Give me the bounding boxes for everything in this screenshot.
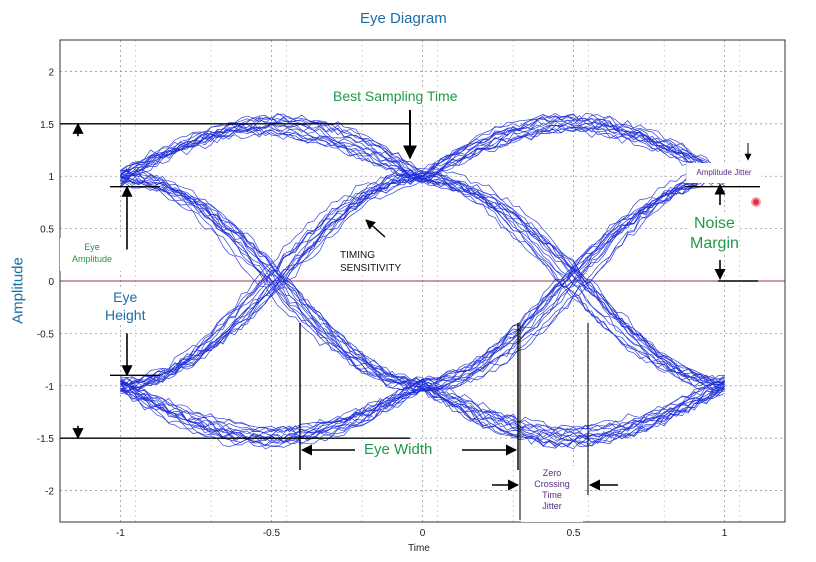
eye-diagram-chart: -1 -0.5 0 0.5 1 2 1.5 1 0.5 0 -0.5 -1 -1.5 -2: [37, 39, 786, 539]
timing-sensitivity-label: TIMING SENSITIVITY: [340, 249, 402, 275]
eye-diagram-figure: -1 -0.5 0 0.5 1 2 1.5 1 0.5 0 -0.5 -1 -1.5 -2 Eye Dia…: [0, 0, 816, 562]
y-tick-label: 0: [48, 277, 54, 288]
x-tick-label: 0.5: [567, 528, 581, 539]
eye-width-label: Eye Width: [362, 441, 435, 458]
x-tick-label: -1: [116, 528, 125, 539]
chart-title: Eye Diagram: [360, 10, 447, 27]
y-tick-label: -1.5: [37, 434, 55, 445]
y-tick-label: -0.5: [37, 329, 55, 340]
annotation-lines-layer: [60, 110, 761, 520]
y-tick-label: -2: [45, 487, 54, 498]
eye-amplitude-label: Eye Amplitude: [60, 238, 124, 271]
noise-margin-label: Noise Margin: [690, 214, 739, 254]
y-tick-label: 1: [48, 172, 54, 183]
amplitude-jitter-label: Amplitude Jitter: [686, 163, 761, 183]
x-axis-label: Time: [408, 543, 430, 554]
y-tick-label: 1.5: [40, 120, 54, 131]
y-tick-label: 0.5: [40, 225, 54, 236]
eye-trace: [120, 175, 725, 384]
eye-height-label: Eye Height: [105, 288, 146, 324]
y-tick-label: -1: [45, 382, 54, 393]
x-tick-label: 1: [722, 528, 728, 539]
cursor-marker: [751, 197, 761, 207]
timing-sensitivity-arrow: [365, 219, 386, 238]
zero-crossing-time-jitter-label: Zero Crossing Time Jitter: [521, 466, 583, 522]
y-tick-label: 2: [48, 67, 54, 78]
x-tick-label: 0: [420, 528, 426, 539]
y-axis-label: Amplitude: [9, 257, 27, 324]
best-sampling-time-label: Best Sampling Time: [333, 88, 458, 104]
eye-trace: [120, 112, 725, 174]
x-tick-label: -0.5: [263, 528, 281, 539]
